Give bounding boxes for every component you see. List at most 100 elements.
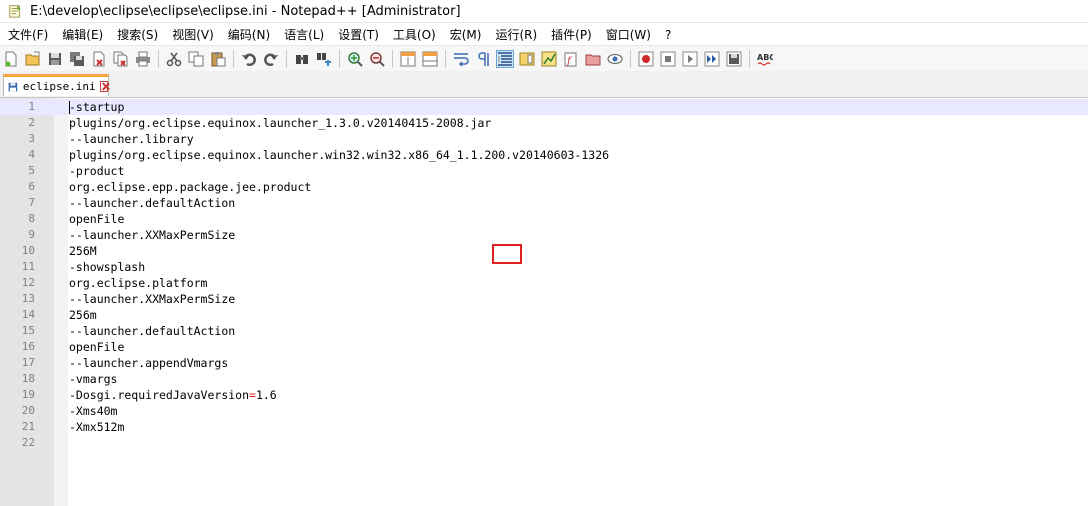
line-number: 6: [28, 180, 35, 193]
menu-bar: 文件(F) 编辑(E) 搜索(S) 视图(V) 编码(N) 语言(L) 设置(T) 工具(O)…: [0, 24, 1088, 45]
zoom-out-icon[interactable]: [368, 50, 386, 68]
save-macro-icon[interactable]: [725, 50, 743, 68]
function-list-icon[interactable]: [540, 50, 558, 68]
toolbar-separator: [749, 49, 750, 68]
text-caret: [69, 101, 70, 114]
toolbar-separator: [286, 49, 287, 68]
line-text: -Xms40m: [69, 404, 118, 418]
tab-close-icon[interactable]: [99, 81, 108, 92]
code-line: 20 -Xms40m: [0, 403, 1088, 419]
code-line: 4 plugins/org.eclipse.equinox.launcher.wi…: [0, 147, 1088, 163]
line-number: 4: [28, 148, 35, 161]
line-number: 22: [21, 436, 35, 449]
toolbar-separator: [630, 49, 631, 68]
project-folder-icon[interactable]: [584, 50, 602, 68]
code-line: 12 org.eclipse.platform: [0, 275, 1088, 291]
menu-item-7[interactable]: 工具(O): [385, 26, 442, 43]
monitoring-icon[interactable]: [606, 50, 624, 68]
code-line: 10 256M: [0, 243, 1088, 259]
play-macro-icon[interactable]: [681, 50, 699, 68]
close-icon[interactable]: [90, 50, 108, 68]
stop-macro-icon[interactable]: [659, 50, 677, 68]
code-line: 16 openFile: [0, 339, 1088, 355]
tab-eclipse-ini[interactable]: eclipse.ini: [3, 74, 109, 96]
code-line: 7 --launcher.defaultAction: [0, 195, 1088, 211]
code-line: 3 --launcher.library: [0, 131, 1088, 147]
code-line: 14 256m: [0, 307, 1088, 323]
line-text: -vmargs: [69, 372, 118, 386]
menu-item-10[interactable]: 插件(P): [543, 26, 598, 43]
menu-item-2[interactable]: 搜索(S): [109, 26, 164, 43]
line-value: 1.6: [255, 388, 277, 402]
folder-workspace-icon[interactable]: f: [562, 50, 580, 68]
line-number: 1: [28, 100, 35, 113]
open-file-icon[interactable]: [24, 50, 42, 68]
saved-file-icon: [8, 82, 18, 91]
record-macro-icon[interactable]: [637, 50, 655, 68]
menu-item-1[interactable]: 编辑(E): [54, 26, 109, 43]
copy-icon[interactable]: [187, 50, 205, 68]
new-file-icon[interactable]: [2, 50, 20, 68]
cut-icon[interactable]: [165, 50, 183, 68]
title-bar: E:\develop\eclipse\eclipse\eclipse.ini -…: [0, 0, 1088, 23]
line-key: -Dosgi.requiredJavaVersion: [69, 388, 250, 402]
menu-item-11[interactable]: 窗口(W): [598, 26, 657, 43]
close-all-icon[interactable]: [112, 50, 130, 68]
line-text: 256m: [69, 308, 97, 322]
undo-icon[interactable]: [240, 50, 258, 68]
redo-icon[interactable]: [262, 50, 280, 68]
line-number: 13: [21, 292, 35, 305]
replace-icon[interactable]: [315, 50, 333, 68]
toolbar-separator: [158, 49, 159, 68]
line-number: 21: [21, 420, 35, 433]
menu-item-4[interactable]: 编码(N): [220, 26, 276, 43]
line-text: org.eclipse.epp.package.jee.product: [69, 180, 312, 194]
doc-map-icon[interactable]: [518, 50, 536, 68]
line-text: --launcher.library: [69, 132, 194, 146]
notepadpp-app-icon: [9, 4, 22, 18]
menu-item-6[interactable]: 设置(T): [330, 26, 385, 43]
line-number: 2: [28, 116, 35, 129]
menu-item-0[interactable]: 文件(F): [0, 26, 54, 43]
line-number: 16: [21, 340, 35, 353]
line-text: org.eclipse.platform: [69, 276, 208, 290]
menu-item-12[interactable]: ?: [657, 28, 677, 42]
code-line: 22: [0, 435, 1088, 451]
toolbar-separator: [233, 49, 234, 68]
save-all-icon[interactable]: [68, 50, 86, 68]
toolbar-separator: [392, 49, 393, 68]
show-all-chars-icon[interactable]: [474, 50, 492, 68]
zoom-in-icon[interactable]: [346, 50, 364, 68]
sync-vertical-icon[interactable]: [399, 50, 417, 68]
code-line: 11 -showsplash: [0, 259, 1088, 275]
menu-item-9[interactable]: 运行(R): [487, 26, 543, 43]
spell-check-icon[interactable]: ABC: [756, 50, 774, 68]
line-text: -product: [69, 164, 125, 178]
save-icon[interactable]: [46, 50, 64, 68]
find-icon[interactable]: [293, 50, 311, 68]
code-lines: 1 -startup 2 plugins/org.eclipse.equinox.la…: [0, 99, 1088, 451]
code-line: 18 -vmargs: [0, 371, 1088, 387]
menu-item-3[interactable]: 视图(V): [164, 26, 220, 43]
code-line: 6 org.eclipse.epp.package.jee.product: [0, 179, 1088, 195]
code-line: 19 -Dosgi.requiredJavaVersion=1.6: [0, 387, 1088, 403]
menu-item-5[interactable]: 语言(L): [276, 26, 330, 43]
word-wrap-icon[interactable]: [452, 50, 470, 68]
code-line: 9 --launcher.XXMaxPermSize: [0, 227, 1088, 243]
run-macro-multiple-icon[interactable]: [703, 50, 721, 68]
code-line: 21 -Xmx512m: [0, 419, 1088, 435]
line-text: plugins/org.eclipse.equinox.launcher_1.3…: [69, 116, 492, 130]
editor-area[interactable]: 1 -startup 2 plugins/org.eclipse.equinox.la…: [0, 98, 1088, 506]
line-number: 8: [28, 212, 35, 225]
line-number: 12: [21, 276, 35, 289]
code-line: 13 --launcher.XXMaxPermSize: [0, 291, 1088, 307]
print-icon[interactable]: [134, 50, 152, 68]
window-title: E:\develop\eclipse\eclipse\eclipse.ini -…: [30, 3, 461, 19]
menu-item-8[interactable]: 宏(M): [442, 26, 488, 43]
line-number: 10: [21, 244, 35, 257]
line-number: 20: [21, 404, 35, 417]
tab-bar: eclipse.ini: [0, 71, 1088, 98]
paste-icon[interactable]: [209, 50, 227, 68]
indent-guide-icon[interactable]: [496, 49, 514, 68]
sync-horizontal-icon[interactable]: [421, 50, 439, 68]
